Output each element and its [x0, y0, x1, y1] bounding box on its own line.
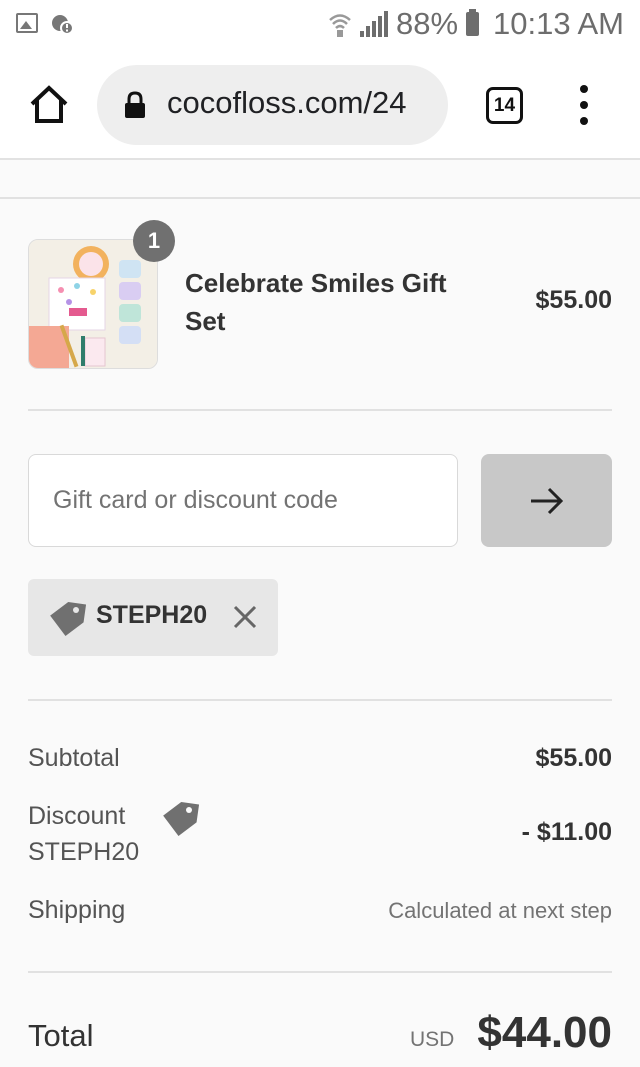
discount-value: - $11.00 — [521, 818, 612, 846]
applied-code-label: STEPH20 — [96, 601, 208, 629]
top-divider — [0, 197, 640, 199]
wifi-icon — [329, 14, 351, 37]
shipping-label: Shipping — [28, 896, 126, 924]
quantity-badge: 1 — [133, 220, 175, 262]
subtotal-label: Subtotal — [28, 744, 120, 772]
subtotal-value: $55.00 — [535, 744, 612, 772]
discount-code-label: STEPH20 — [28, 838, 140, 866]
tag-icon — [50, 602, 86, 636]
tab-switcher-button[interactable]: 14 — [486, 87, 523, 124]
browser-toolbar: cocofloss.com/24 14 — [0, 52, 640, 160]
overflow-menu-icon[interactable] — [574, 85, 594, 125]
battery-icon — [466, 9, 480, 36]
applied-discount-tag: STEPH20 — [28, 579, 278, 656]
arrow-right-icon — [530, 487, 563, 514]
gallery-notification-icon — [16, 13, 38, 33]
total-amount: $44.00 — [477, 1008, 612, 1057]
discount-tag-icon — [163, 802, 199, 836]
product-divider — [28, 409, 612, 411]
signal-icon — [359, 11, 388, 37]
lock-icon — [125, 91, 145, 118]
discount-code-input[interactable] — [28, 454, 458, 547]
clock: 10:13 AM — [493, 6, 624, 41]
product-thumbnail — [28, 239, 158, 369]
product-price: $55.00 — [535, 286, 612, 314]
remove-discount-icon[interactable] — [232, 604, 258, 630]
total-divider — [28, 971, 612, 973]
shipping-value: Calculated at next step — [388, 898, 612, 923]
discount-label: Discount — [28, 802, 126, 830]
apply-discount-button[interactable] — [481, 454, 612, 547]
currency-code: USD — [410, 1028, 455, 1051]
status-bar: 88% 10:13 AM — [0, 0, 640, 52]
product-name: Celebrate Smiles Gift Set — [185, 268, 447, 336]
battery-percent: 88% — [395, 6, 459, 41]
total-label: Total — [28, 1018, 94, 1053]
discount-divider — [28, 699, 612, 701]
home-icon[interactable] — [28, 84, 70, 126]
alert-notification-icon — [52, 15, 74, 35]
address-bar[interactable]: cocofloss.com/24 — [97, 65, 448, 145]
url-text: cocofloss.com/24 — [167, 85, 407, 120]
